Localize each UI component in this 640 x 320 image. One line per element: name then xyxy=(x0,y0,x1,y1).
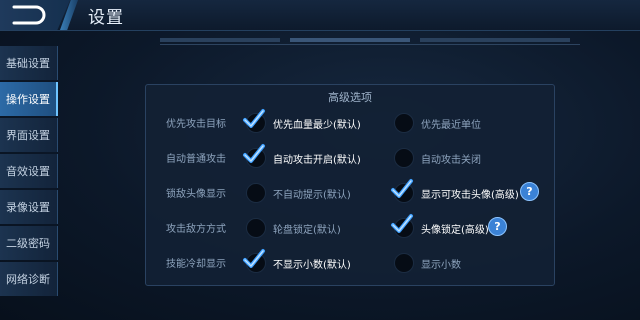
radio-circle[interactable] xyxy=(246,218,266,238)
radio-option[interactable]: 显示小数 xyxy=(394,249,544,275)
sidebar-item-label: 操作设置 xyxy=(6,93,50,106)
sidebar-item-label: 基础设置 xyxy=(6,57,50,70)
checkmark-icon xyxy=(242,247,266,275)
help-icon[interactable]: ? xyxy=(520,182,539,201)
radio-option[interactable]: 优先最近单位 xyxy=(394,109,544,135)
option-label: 优先最近单位 xyxy=(421,120,481,131)
sidebar-item-label: 网络诊断 xyxy=(6,273,50,286)
option-row: 优先攻击目标 优先血量最少(默认) 优先最近单位 xyxy=(146,107,554,137)
option-row: 锁敌头像显示 不自动提示(默认) 显示可攻击头像(高级)? xyxy=(146,177,554,207)
sidebar-item-interface[interactable]: 界面设置 xyxy=(0,118,58,152)
header-bar: 设置 xyxy=(0,0,640,31)
page-title: 设置 xyxy=(88,8,124,28)
radio-option[interactable]: 优先血量最少(默认) xyxy=(243,109,396,135)
option-label: 自动攻击关闭 xyxy=(421,155,481,166)
option-label: 自动攻击开启(默认) xyxy=(273,155,361,166)
option-row: 技能冷却显示 不显示小数(默认) 显示小数 xyxy=(146,247,554,277)
advanced-options-panel: 高级选项 优先攻击目标 优先血量最少(默认) 优先最近单位自动普通攻击 自动攻击开启(… xyxy=(145,84,555,286)
top-tab-strip xyxy=(160,36,580,45)
option-label: 显示小数 xyxy=(421,260,461,271)
sidebar-item-controls[interactable]: 操作设置 xyxy=(0,82,58,116)
panel-title: 高级选项 xyxy=(328,91,372,104)
sidebar-item-label: 音效设置 xyxy=(6,165,50,178)
option-row-label: 技能冷却显示 xyxy=(166,259,226,270)
radio-option[interactable]: 自动攻击关闭 xyxy=(394,144,544,170)
radio-circle[interactable] xyxy=(394,148,414,168)
radio-option[interactable]: 显示可攻击头像(高级)? xyxy=(391,179,544,205)
radio-option[interactable]: 不自动提示(默认) xyxy=(246,179,396,205)
sidebar: 基础设置 操作设置 界面设置 音效设置 录像设置 二级密码 网络诊断 xyxy=(0,46,58,298)
option-label: 头像锁定(高级) xyxy=(421,225,489,236)
option-row-label: 优先攻击目标 xyxy=(166,119,226,130)
sidebar-item-label: 二级密码 xyxy=(6,237,50,250)
radio-option[interactable]: 自动攻击开启(默认) xyxy=(243,144,396,170)
checkmark-icon xyxy=(242,142,266,170)
option-label: 优先血量最少(默认) xyxy=(273,120,361,131)
checkmark-icon xyxy=(390,177,414,205)
back-arrow-icon xyxy=(12,5,46,25)
radio-circle[interactable] xyxy=(394,253,414,273)
radio-circle[interactable] xyxy=(246,183,266,203)
option-label: 显示可攻击头像(高级) xyxy=(421,190,519,201)
option-row-label: 自动普通攻击 xyxy=(166,154,226,165)
radio-option[interactable]: 轮盘锁定(默认) xyxy=(246,214,396,240)
option-row-label: 攻击敌方方式 xyxy=(166,224,226,235)
sidebar-item-label: 界面设置 xyxy=(6,129,50,142)
sidebar-item-audio[interactable]: 音效设置 xyxy=(0,154,58,188)
help-icon[interactable]: ? xyxy=(488,217,507,236)
back-button[interactable] xyxy=(0,0,70,30)
radio-option[interactable]: 头像锁定(高级)? xyxy=(391,214,544,240)
sidebar-item-network[interactable]: 网络诊断 xyxy=(0,262,58,296)
option-label: 不自动提示(默认) xyxy=(273,190,351,201)
sidebar-item-password[interactable]: 二级密码 xyxy=(0,226,58,260)
sidebar-item-label: 录像设置 xyxy=(6,201,50,214)
option-row-label: 锁敌头像显示 xyxy=(166,189,226,200)
radio-circle[interactable] xyxy=(394,113,414,133)
sidebar-item-replay[interactable]: 录像设置 xyxy=(0,190,58,224)
radio-option[interactable]: 不显示小数(默认) xyxy=(243,249,396,275)
checkmark-icon xyxy=(242,107,266,135)
option-label: 轮盘锁定(默认) xyxy=(273,225,341,236)
option-row: 攻击敌方方式 轮盘锁定(默认) 头像锁定(高级)? xyxy=(146,212,554,242)
option-label: 不显示小数(默认) xyxy=(273,260,351,271)
checkmark-icon xyxy=(390,212,414,240)
sidebar-item-basic[interactable]: 基础设置 xyxy=(0,46,58,80)
option-row: 自动普通攻击 自动攻击开启(默认) 自动攻击关闭 xyxy=(146,142,554,172)
